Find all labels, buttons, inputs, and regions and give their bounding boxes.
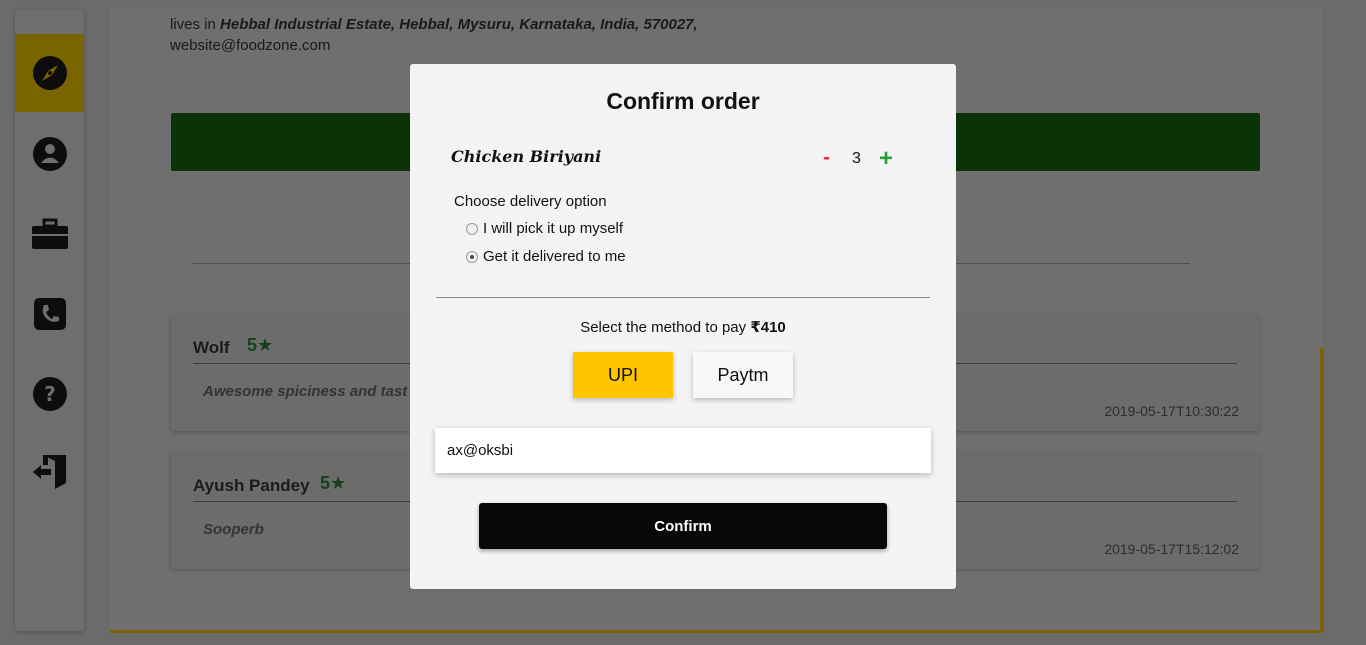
sidebar-item-explore[interactable] xyxy=(15,34,84,112)
payment-prompt-text: Select the method to pay xyxy=(580,319,747,336)
review-rating: 5★ xyxy=(320,473,347,493)
sidebar-item-logout[interactable] xyxy=(15,433,84,511)
lives-prefix: lives in xyxy=(170,16,216,33)
sidebar-item-help[interactable]: ? xyxy=(15,355,84,433)
reviewer-name: Ayush Pandey xyxy=(193,476,310,495)
quantity-value: 3 xyxy=(852,150,861,167)
restaurant-email: website@foodzone.com xyxy=(170,37,331,54)
review-text: Awesome spiciness and tast xyxy=(203,383,408,400)
delivery-option[interactable]: Get it delivered to me xyxy=(466,248,626,265)
delivery-option-label-text: Get it delivered to me xyxy=(483,248,626,265)
review-date: 2019-05-17T10:30:22 xyxy=(1104,403,1239,419)
review-rating: 5★ xyxy=(247,335,274,355)
confirm-button[interactable]: Confirm xyxy=(479,503,887,549)
user-icon xyxy=(32,137,67,171)
briefcase-icon xyxy=(31,218,68,249)
sidebar-item-business[interactable] xyxy=(15,195,84,273)
svg-text:?: ? xyxy=(44,382,56,406)
upi-button[interactable]: UPI xyxy=(573,352,673,398)
phone-icon xyxy=(33,298,66,330)
sidebar-item-profile[interactable] xyxy=(15,115,84,193)
pickup-option[interactable]: I will pick it up myself xyxy=(466,220,623,237)
help-icon: ? xyxy=(32,377,67,411)
pickup-option-label: I will pick it up myself xyxy=(483,220,624,237)
order-item-name: Chicken Biriyani xyxy=(451,147,602,166)
confirm-order-modal: Confirm order Chicken Biriyani - 3 + Cho… xyxy=(410,64,956,589)
payment-amount: ₹410 xyxy=(750,319,786,336)
paytm-button[interactable]: Paytm xyxy=(693,352,793,398)
delivery-radio[interactable] xyxy=(466,250,478,263)
review-date: 2019-05-17T15:12:02 xyxy=(1104,541,1239,557)
logout-icon xyxy=(32,455,66,489)
payment-prompt: Select the method to pay ₹410 xyxy=(410,318,956,336)
address-text: Hebbal Industrial Estate, Hebbal, Mysuru… xyxy=(220,16,698,33)
delivery-option-label: Choose delivery option xyxy=(454,193,607,210)
accent-edge xyxy=(1320,348,1324,631)
sidebar-item-contact[interactable] xyxy=(15,275,84,353)
restaurant-address: lives in Hebbal Industrial Estate, Hebba… xyxy=(170,16,698,33)
compass-icon xyxy=(32,56,67,90)
reviewer-name: Wolf xyxy=(193,338,230,357)
pickup-radio[interactable] xyxy=(466,222,478,235)
increase-quantity-button[interactable]: + xyxy=(879,145,893,173)
upi-id-input[interactable] xyxy=(435,428,931,473)
sidebar: ? xyxy=(15,10,84,631)
review-text: Sooperb xyxy=(203,521,264,538)
modal-title: Confirm order xyxy=(606,88,760,114)
decrease-quantity-button[interactable]: - xyxy=(823,146,830,170)
modal-divider xyxy=(436,297,930,298)
